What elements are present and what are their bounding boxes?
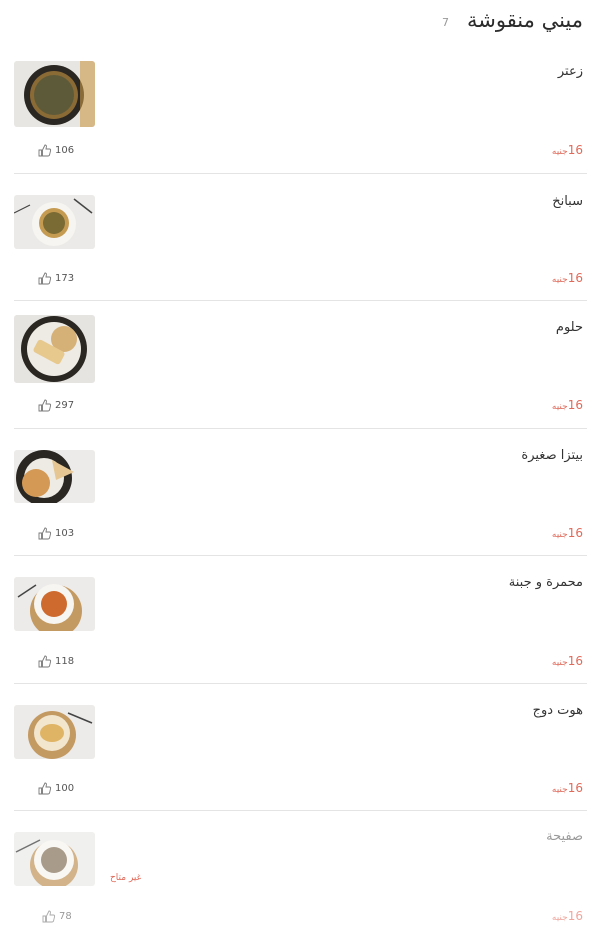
thumbs-up-icon xyxy=(38,655,52,668)
thumbs-up-icon xyxy=(38,144,52,157)
unavailable-label: غير متاح xyxy=(110,873,142,883)
item-name: محمرة و جبنة xyxy=(508,575,583,590)
item-name: هوت دوج xyxy=(532,703,583,718)
like-button[interactable]: 297 xyxy=(38,399,74,412)
item-price: 16جنيه xyxy=(551,271,583,285)
like-count: 103 xyxy=(55,528,75,539)
menu-item-sfiha[interactable]: صفيحة غير متاح 16جنيه 78 xyxy=(14,811,587,936)
thumbs-up-icon xyxy=(42,910,56,923)
like-count: 106 xyxy=(55,145,75,156)
like-button[interactable]: 78 xyxy=(42,910,72,923)
item-image[interactable] xyxy=(14,450,95,503)
item-name: حلوم xyxy=(555,320,583,335)
item-price: 16جنيه xyxy=(551,526,583,540)
item-name: بيتزا صغيرة xyxy=(521,448,583,463)
thumbs-up-icon xyxy=(38,782,52,795)
thumbs-up-icon xyxy=(38,272,52,285)
item-name: سبانخ xyxy=(552,194,583,209)
item-name: زعتر xyxy=(557,64,583,79)
like-button[interactable]: 118 xyxy=(38,655,74,668)
thumbs-up-icon xyxy=(38,527,52,540)
item-image[interactable] xyxy=(14,195,95,249)
like-count: 78 xyxy=(59,911,72,922)
item-price: 16جنيه xyxy=(551,143,583,157)
item-image[interactable] xyxy=(14,315,95,383)
like-button[interactable]: 106 xyxy=(38,144,74,157)
like-button[interactable]: 173 xyxy=(38,272,74,285)
item-price: 16جنيه xyxy=(551,654,583,668)
item-price: 16جنيه xyxy=(551,398,583,412)
item-name: صفيحة xyxy=(546,829,583,844)
menu-item-spinach[interactable]: سبانخ 16جنيه 173 xyxy=(14,174,587,301)
item-price: 16جنيه xyxy=(551,781,583,795)
menu-item-pizza[interactable]: بيتزا صغيرة 16جنيه 103 xyxy=(14,429,587,556)
menu-item-hotdog[interactable]: هوت دوج 16جنيه 100 xyxy=(14,684,587,811)
like-count: 118 xyxy=(55,656,75,667)
menu-item-muhammara[interactable]: محمرة و جبنة 16جنيه 118 xyxy=(14,556,587,684)
thumbs-up-icon xyxy=(38,399,52,412)
like-button[interactable]: 103 xyxy=(38,527,74,540)
menu-item-halloumi[interactable]: حلوم 16جنيه 297 xyxy=(14,301,587,429)
item-count: 7 xyxy=(442,16,449,29)
item-image[interactable] xyxy=(14,61,95,127)
like-count: 100 xyxy=(55,783,75,794)
item-image[interactable] xyxy=(14,577,95,631)
item-image[interactable] xyxy=(14,705,95,759)
menu-item-zaatar[interactable]: زعتر 16جنيه 106 xyxy=(14,42,587,174)
section-header: ميني منقوشة 7 xyxy=(0,0,597,42)
section-title: ميني منقوشة xyxy=(466,8,583,32)
like-button[interactable]: 100 xyxy=(38,782,74,795)
like-count: 173 xyxy=(55,273,75,284)
item-price: 16جنيه xyxy=(551,909,583,923)
item-image[interactable] xyxy=(14,832,95,886)
like-count: 297 xyxy=(55,400,75,411)
